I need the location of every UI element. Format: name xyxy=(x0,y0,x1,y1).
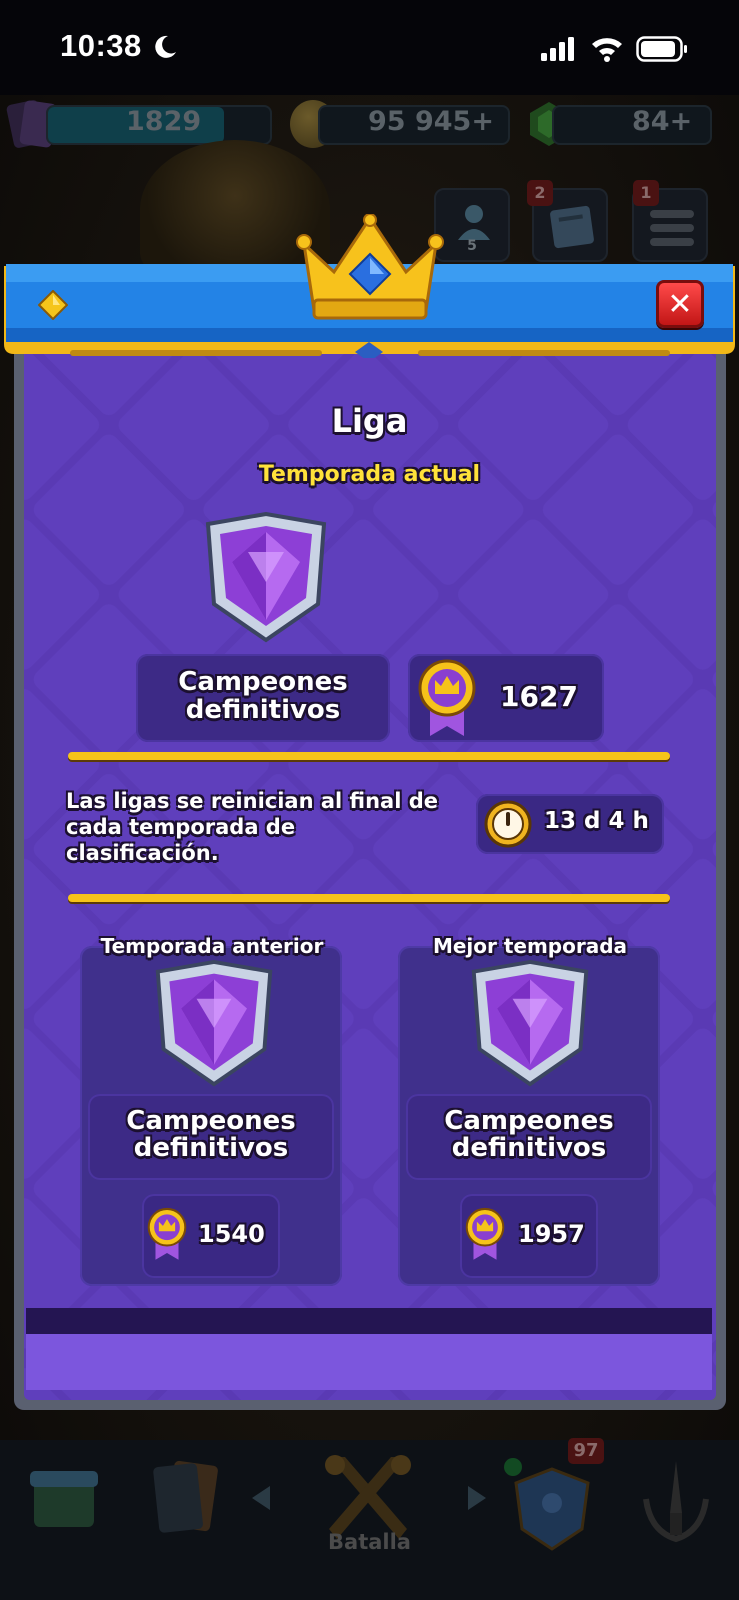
menu-badge: 1 xyxy=(633,180,659,206)
modal-footer-shadow xyxy=(26,1308,712,1334)
wifi-icon xyxy=(592,38,622,62)
clan-shield-icon xyxy=(514,1467,590,1551)
cellular-signal-icon xyxy=(541,37,574,61)
status-bar: 10:38 xyxy=(0,0,739,95)
moon-icon xyxy=(155,35,176,58)
newspaper-icon xyxy=(550,205,594,249)
reset-info-text: Las ligas se reinician al final de cada … xyxy=(66,789,439,865)
gold-diamond-icon xyxy=(38,290,68,320)
time-remaining: 13 d 4 h xyxy=(544,808,649,834)
gold-plus[interactable]: + xyxy=(471,106,494,137)
previous-season-label: Temporada anterior xyxy=(100,934,324,958)
hamburger-menu-icon xyxy=(650,210,694,246)
friends-count: 5 xyxy=(467,238,477,254)
clock-icon xyxy=(484,800,532,848)
league-badge-icon xyxy=(471,960,589,1087)
friends-button[interactable]: 5 xyxy=(434,188,510,262)
close-button[interactable]: ✕ xyxy=(656,280,704,328)
crown-icon xyxy=(296,214,444,320)
league-badge-icon xyxy=(155,960,273,1087)
trophy-medal-icon xyxy=(465,1207,505,1260)
trophy-road-value: 1829 xyxy=(126,106,202,137)
battery-icon xyxy=(636,36,687,62)
current-league-name-line2: definitivos xyxy=(185,695,341,725)
previous-league-name-line2: definitivos xyxy=(133,1133,289,1163)
shop-icon xyxy=(30,1471,98,1527)
online-indicator xyxy=(504,1458,522,1476)
modal-title: Liga xyxy=(331,402,408,440)
clan-badge: 97 xyxy=(568,1438,604,1464)
chevron-left-icon[interactable] xyxy=(250,1484,272,1512)
current-trophies-value: 1627 xyxy=(500,680,578,713)
best-trophies-value: 1957 xyxy=(518,1220,585,1248)
chevron-right-icon[interactable] xyxy=(466,1484,488,1512)
gems-value: 84 xyxy=(632,106,670,137)
current-league-box: Campeones definitivos xyxy=(136,654,390,742)
news-badge: 2 xyxy=(527,180,553,206)
best-league-box: Campeones definitivos xyxy=(406,1094,652,1180)
status-time: 10:38 xyxy=(60,28,142,63)
best-league-name-line2: definitivos xyxy=(451,1133,607,1163)
gems-plus[interactable]: + xyxy=(670,106,693,137)
close-icon: ✕ xyxy=(667,287,693,322)
gems-text: 84+ xyxy=(632,106,692,137)
gold-value: 95 945 xyxy=(368,106,472,137)
best-season-label: Mejor temporada xyxy=(432,934,628,958)
league-badge-icon xyxy=(205,512,327,643)
previous-trophies-value: 1540 xyxy=(198,1220,265,1248)
gold-divider xyxy=(68,894,670,902)
current-season-label: Temporada actual xyxy=(258,462,481,487)
gold-text: 95 945+ xyxy=(368,106,494,137)
events-sword-icon xyxy=(643,1461,709,1543)
previous-league-name-line1: Campeones xyxy=(126,1106,296,1136)
best-league-name-line1: Campeones xyxy=(444,1106,614,1136)
current-league-name-line1: Campeones xyxy=(178,667,348,697)
tab-events[interactable] xyxy=(626,1445,726,1565)
trophy-medal-icon xyxy=(418,659,476,736)
gold-divider xyxy=(68,752,670,760)
previous-league-box: Campeones definitivos xyxy=(88,1094,334,1180)
season-timer: 13 d 4 h xyxy=(476,794,664,854)
trophy-medal-icon xyxy=(147,1207,187,1260)
